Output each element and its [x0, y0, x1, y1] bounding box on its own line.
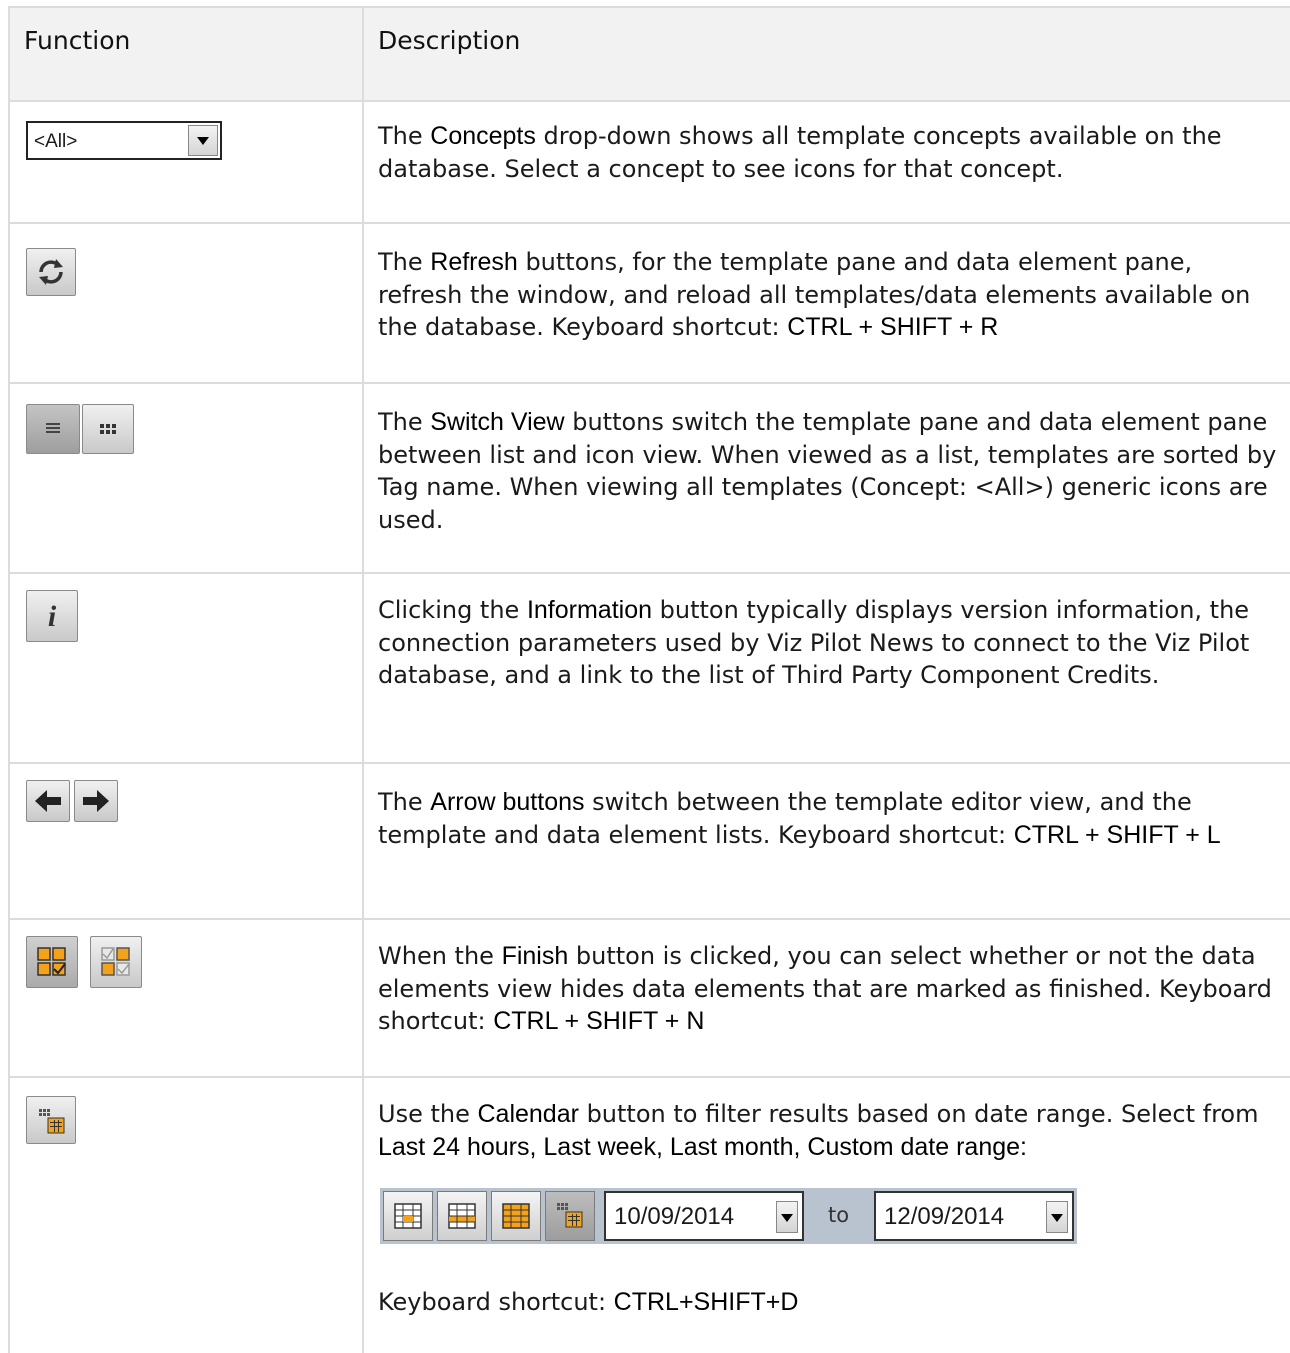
- header-function: Function: [24, 26, 131, 55]
- arrow-left-icon[interactable]: [26, 780, 70, 822]
- last-month-icon[interactable]: [491, 1191, 541, 1241]
- emphasized-term: Calendar: [477, 1100, 579, 1128]
- emphasized-term: CTRL + SHIFT + L: [1013, 820, 1221, 849]
- to-date-field[interactable]: 12/09/2014: [874, 1191, 1074, 1241]
- function-table: Function Description <All> The Concepts …: [8, 6, 1290, 1353]
- row-description: Clicking the Information button typicall…: [378, 596, 1250, 689]
- emphasized-term: Switch View: [430, 408, 565, 436]
- row-description: The Concepts drop-down shows all templat…: [378, 122, 1222, 183]
- table-row: <All> The Concepts drop-down shows all t…: [8, 102, 1290, 224]
- last-24-hours-icon[interactable]: [383, 1191, 433, 1241]
- table-row: When the Finish button is clicked, you c…: [8, 920, 1290, 1078]
- list-view-icon[interactable]: [26, 404, 80, 454]
- row-description: The Arrow buttons switch between the tem…: [378, 788, 1221, 849]
- chevron-down-icon[interactable]: [776, 1201, 798, 1233]
- to-date-value: 12/09/2014: [884, 1203, 1005, 1230]
- arrow-right-icon[interactable]: [74, 780, 118, 822]
- table-row: i Clicking the Information button typica…: [8, 574, 1290, 764]
- table-left-border: [8, 6, 10, 1353]
- table-row: The Arrow buttons switch between the tem…: [8, 764, 1290, 920]
- emphasized-term: Arrow buttons: [430, 788, 585, 816]
- column-divider: [362, 6, 364, 1353]
- row-description: Use the Calendar button to filter result…: [378, 1100, 1259, 1161]
- row-description: The Switch View buttons switch the templ…: [378, 408, 1277, 534]
- icon-view-icon[interactable]: [82, 404, 134, 454]
- from-date-field[interactable]: 10/09/2014: [604, 1191, 804, 1241]
- shortcut-keys: CTRL+SHIFT+D: [613, 1288, 799, 1316]
- finish-icon[interactable]: [26, 936, 78, 988]
- custom-date-range-icon[interactable]: [545, 1191, 595, 1241]
- information-icon[interactable]: i: [26, 590, 78, 642]
- concepts-dropdown[interactable]: <All>: [26, 121, 222, 160]
- chevron-down-icon[interactable]: [1046, 1201, 1068, 1233]
- emphasized-term: Refresh: [430, 248, 518, 276]
- emphasized-term: CTRL + SHIFT + R: [787, 313, 999, 341]
- concepts-dropdown-value: <All>: [34, 131, 78, 152]
- finish-hidden-icon[interactable]: [90, 936, 142, 988]
- emphasized-term: Concepts: [430, 122, 536, 150]
- shortcut-text: Keyboard shortcut: CTRL+SHIFT+D: [378, 1286, 1278, 1319]
- row-description: The Refresh buttons, for the template pa…: [378, 248, 1251, 341]
- header-description: Description: [378, 26, 521, 55]
- shortcut-prefix: Keyboard shortcut:: [378, 1288, 614, 1316]
- from-date-value: 10/09/2014: [614, 1203, 735, 1230]
- emphasized-term: Last 24 hours, Last week, Last month, Cu…: [378, 1132, 1027, 1161]
- svg-text:i: i: [48, 600, 57, 633]
- emphasized-term: Information: [526, 596, 653, 624]
- chevron-down-icon[interactable]: [188, 125, 218, 156]
- calendar-icon[interactable]: [26, 1096, 76, 1144]
- last-week-icon[interactable]: [437, 1191, 487, 1241]
- calendar-filter-toolbar: 10/09/2014 to 12/09/2014: [380, 1188, 1077, 1244]
- refresh-icon[interactable]: [26, 248, 76, 296]
- table-row: The Refresh buttons, for the template pa…: [8, 224, 1290, 384]
- table-row: Use the Calendar button to filter result…: [8, 1078, 1290, 1353]
- emphasized-term: CTRL + SHIFT + N: [493, 1007, 705, 1035]
- table-header: Function Description: [8, 6, 1290, 102]
- row-description: When the Finish button is clicked, you c…: [378, 942, 1272, 1035]
- to-label: to: [828, 1203, 850, 1227]
- table-row: The Switch View buttons switch the templ…: [8, 384, 1290, 574]
- emphasized-term: Finish: [501, 942, 569, 970]
